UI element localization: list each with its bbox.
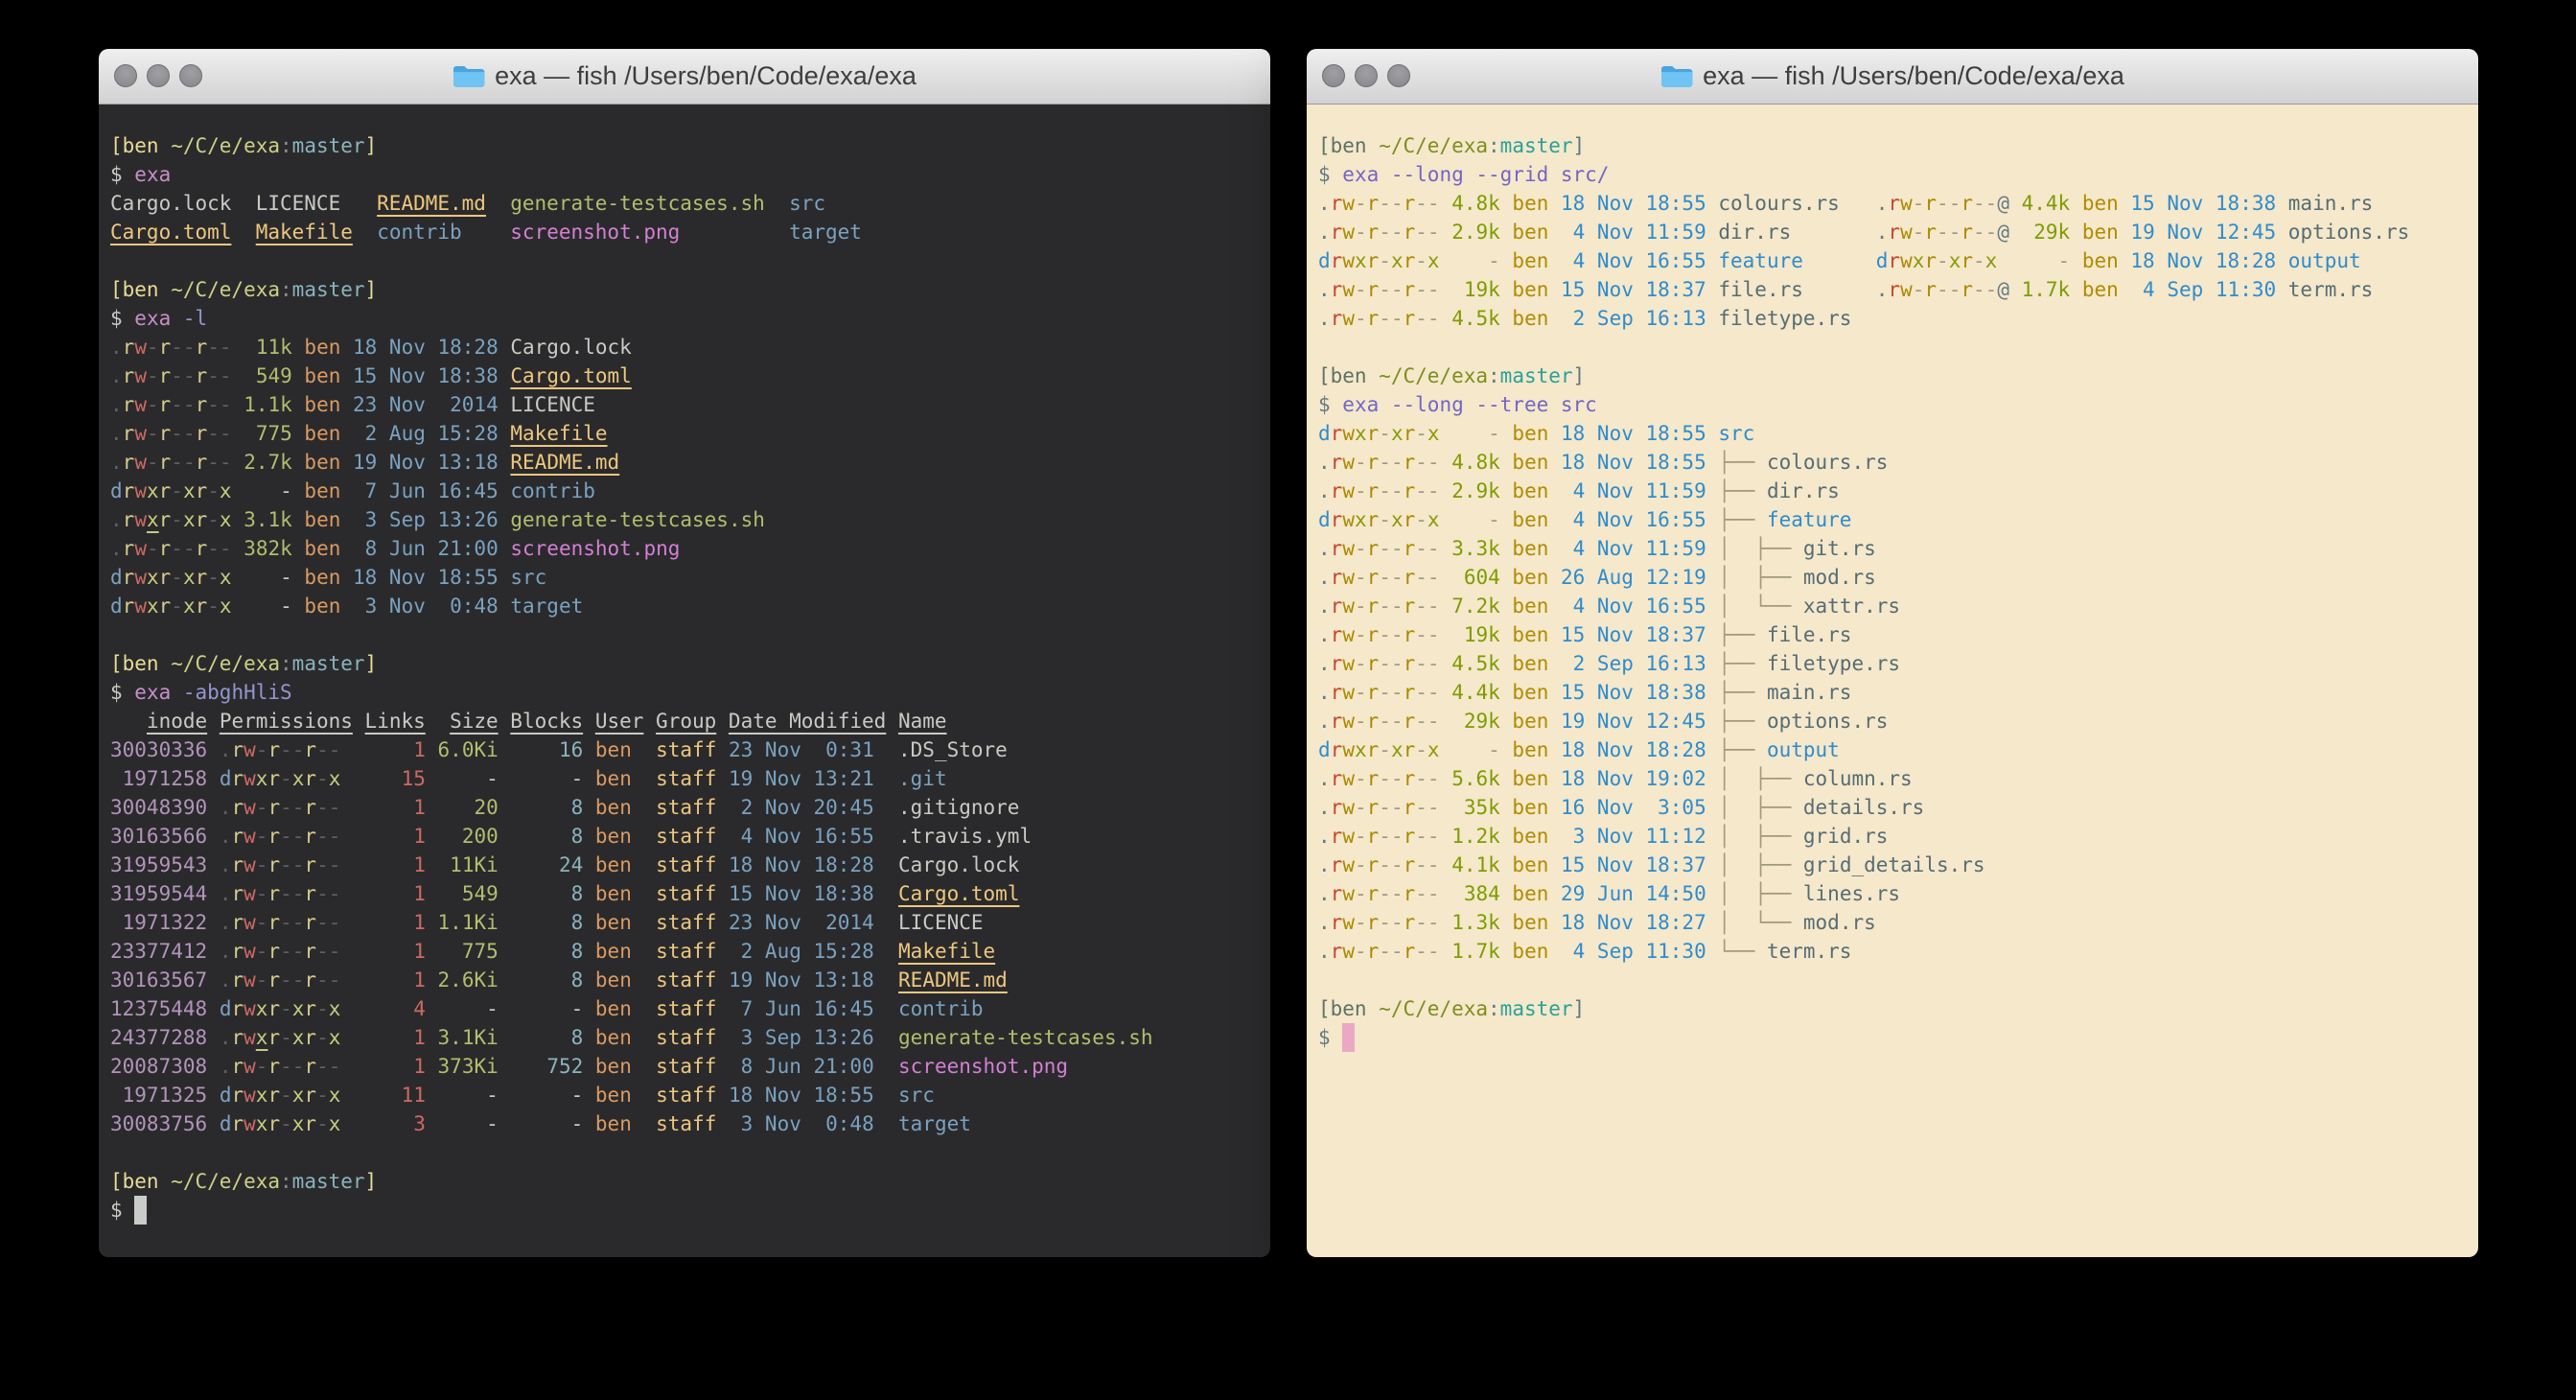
terminal-line: drwxr-xr-x - ben 7 Jun 16:45 contrib	[110, 477, 1263, 505]
terminal-line: 30083756 drwxr-xr-x 3 - - ben staff 3 No…	[110, 1109, 1263, 1138]
terminal-line	[1318, 333, 2471, 362]
terminal-cursor	[134, 1196, 147, 1225]
terminal-line: [ben ~/C/e/exa:master]	[110, 1167, 1263, 1196]
terminal-line: .rw-r--r-- 1.1k ben 23 Nov 2014 LICENCE	[110, 390, 1263, 419]
terminal-line: drwxr-xr-x - ben 18 Nov 18:55 src	[110, 563, 1263, 592]
terminal-line: .rw-r--r-- 4.4k ben 15 Nov 18:38 ├── mai…	[1318, 678, 2471, 707]
folder-icon	[453, 63, 485, 89]
terminal-line: 23377412 .rw-r--r-- 1 775 8 ben staff 2 …	[110, 937, 1263, 966]
terminal-line: $ exa	[110, 160, 1263, 189]
terminal-content-dark[interactable]: [ben ~/C/e/exa:master]$ exaCargo.lock LI…	[99, 105, 1270, 1257]
close-button[interactable]	[1322, 64, 1345, 87]
terminal-line	[1318, 966, 2471, 994]
window-title-group: exa — fish /Users/ben/Code/exa/exa	[453, 61, 917, 91]
terminal-content-light[interactable]: [ben ~/C/e/exa:master]$ exa --long --gri…	[1307, 105, 2478, 1257]
terminal-line: 30163567 .rw-r--r-- 1 2.6Ki 8 ben staff …	[110, 966, 1263, 994]
terminal-line: .rw-r--r-- 7.2k ben 4 Nov 16:55 │ └── xa…	[1318, 592, 2471, 620]
zoom-button[interactable]	[179, 64, 202, 87]
terminal-line: .rw-r--r-- 2.9k ben 4 Nov 11:59 ├── dir.…	[1318, 477, 2471, 505]
terminal-line: 30030336 .rw-r--r-- 1 6.0Ki 16 ben staff…	[110, 735, 1263, 764]
terminal-line: $ exa -l	[110, 304, 1263, 333]
terminal-line: .rw-r--r-- 1.7k ben 4 Sep 11:30 └── term…	[1318, 937, 2471, 966]
terminal-line: [ben ~/C/e/exa:master]	[1318, 994, 2471, 1023]
terminal-line: $ exa -abghHliS	[110, 678, 1263, 707]
terminal-line: 30048390 .rw-r--r-- 1 20 8 ben staff 2 N…	[110, 793, 1263, 822]
terminal-line: drwxr-xr-x - ben 4 Nov 16:55 ├── feature	[1318, 505, 2471, 534]
terminal-line: 31959543 .rw-r--r-- 1 11Ki 24 ben staff …	[110, 851, 1263, 879]
terminal-line: 30163566 .rw-r--r-- 1 200 8 ben staff 4 …	[110, 822, 1263, 851]
terminal-line: .rw-r--r-- 2.7k ben 19 Nov 13:18 README.…	[110, 448, 1263, 477]
terminal-line: .rw-r--r-- 384 ben 29 Jun 14:50 │ ├── li…	[1318, 879, 2471, 908]
terminal-line: $ exa --long --tree src	[1318, 390, 2471, 419]
terminal-line: $	[110, 1196, 1263, 1225]
titlebar[interactable]: exa — fish /Users/ben/Code/exa/exa	[1307, 49, 2478, 105]
terminal-window-light: exa — fish /Users/ben/Code/exa/exa [ben …	[1307, 49, 2478, 1257]
zoom-button[interactable]	[1387, 64, 1410, 87]
terminal-line: $	[1318, 1023, 2471, 1052]
terminal-line: 31959544 .rw-r--r-- 1 549 8 ben staff 15…	[110, 879, 1263, 908]
terminal-line: .rw-r--r-- 1.2k ben 3 Nov 11:12 │ ├── gr…	[1318, 822, 2471, 851]
terminal-line	[110, 620, 1263, 649]
window-title-group: exa — fish /Users/ben/Code/exa/exa	[1660, 61, 2124, 91]
terminal-line: .rw-r--r-- 4.1k ben 15 Nov 18:37 │ ├── g…	[1318, 851, 2471, 879]
terminal-line: 24377288 .rwxr-xr-x 1 3.1Ki 8 ben staff …	[110, 1023, 1263, 1052]
terminal-line: drwxr-xr-x - ben 18 Nov 18:55 src	[1318, 419, 2471, 448]
terminal-line: Cargo.lock LICENCE README.md generate-te…	[110, 189, 1263, 218]
traffic-lights	[1322, 64, 1410, 87]
close-button[interactable]	[114, 64, 137, 87]
terminal-line: 1971258 drwxr-xr-x 15 - - ben staff 19 N…	[110, 764, 1263, 793]
terminal-line: Cargo.toml Makefile contrib screenshot.p…	[110, 218, 1263, 246]
terminal-line: drwxr-xr-x - ben 3 Nov 0:48 target	[110, 592, 1263, 620]
terminal-line: .rw-r--r-- 29k ben 19 Nov 12:45 ├── opti…	[1318, 707, 2471, 735]
terminal-line	[110, 1138, 1263, 1167]
minimize-button[interactable]	[1355, 64, 1378, 87]
terminal-line: .rw-r--r-- 11k ben 18 Nov 18:28 Cargo.lo…	[110, 333, 1263, 362]
terminal-cursor	[1342, 1023, 1355, 1052]
terminal-line: [ben ~/C/e/exa:master]	[110, 649, 1263, 678]
terminal-line: .rw-r--r-- 19k ben 15 Nov 18:37 ├── file…	[1318, 620, 2471, 649]
minimize-button[interactable]	[147, 64, 170, 87]
terminal-line: .rw-r--r-- 4.8k ben 18 Nov 18:55 ├── col…	[1318, 448, 2471, 477]
terminal-line: .rw-r--r-- 2.9k ben 4 Nov 11:59 dir.rs .…	[1318, 218, 2471, 246]
titlebar[interactable]: exa — fish /Users/ben/Code/exa/exa	[99, 49, 1270, 105]
terminal-line: .rw-r--r-- 3.3k ben 4 Nov 11:59 │ ├── gi…	[1318, 534, 2471, 563]
terminal-line: .rw-r--r-- 4.5k ben 2 Sep 16:13 filetype…	[1318, 304, 2471, 333]
terminal-line: [ben ~/C/e/exa:master]	[1318, 131, 2471, 160]
desktop-background: { "windows": [ { "id": "terminal-dark", …	[0, 0, 2576, 1400]
terminal-line: 20087308 .rw-r--r-- 1 373Ki 752 ben staf…	[110, 1052, 1263, 1081]
terminal-line: .rw-r--r-- 775 ben 2 Aug 15:28 Makefile	[110, 419, 1263, 448]
terminal-line: drwxr-xr-x - ben 18 Nov 18:28 ├── output	[1318, 735, 2471, 764]
terminal-line: inode Permissions Links Size Blocks User…	[110, 707, 1263, 735]
terminal-line: drwxr-xr-x - ben 4 Nov 16:55 feature drw…	[1318, 246, 2471, 275]
terminal-line: [ben ~/C/e/exa:master]	[110, 131, 1263, 160]
folder-icon	[1660, 63, 1693, 89]
terminal-line: .rw-r--r-- 382k ben 8 Jun 21:00 screensh…	[110, 534, 1263, 563]
terminal-window-dark: exa — fish /Users/ben/Code/exa/exa [ben …	[99, 49, 1270, 1257]
terminal-line: .rw-r--r-- 35k ben 16 Nov 3:05 │ ├── det…	[1318, 793, 2471, 822]
terminal-line: 1971322 .rw-r--r-- 1 1.1Ki 8 ben staff 2…	[110, 908, 1263, 937]
terminal-line: .rw-r--r-- 19k ben 15 Nov 18:37 file.rs …	[1318, 275, 2471, 304]
terminal-line: .rw-r--r-- 604 ben 26 Aug 12:19 │ ├── mo…	[1318, 563, 2471, 592]
terminal-line: $ exa --long --grid src/	[1318, 160, 2471, 189]
terminal-line: [ben ~/C/e/exa:master]	[1318, 362, 2471, 390]
terminal-line	[110, 246, 1263, 275]
terminal-line: 1971325 drwxr-xr-x 11 - - ben staff 18 N…	[110, 1081, 1263, 1109]
terminal-line: .rw-r--r-- 1.3k ben 18 Nov 18:27 │ └── m…	[1318, 908, 2471, 937]
terminal-line: .rw-r--r-- 4.5k ben 2 Sep 16:13 ├── file…	[1318, 649, 2471, 678]
terminal-line: [ben ~/C/e/exa:master]	[110, 275, 1263, 304]
window-title: exa — fish /Users/ben/Code/exa/exa	[495, 61, 917, 91]
traffic-lights	[114, 64, 202, 87]
terminal-line: 12375448 drwxr-xr-x 4 - - ben staff 7 Ju…	[110, 994, 1263, 1023]
terminal-line: .rw-r--r-- 5.6k ben 18 Nov 19:02 │ ├── c…	[1318, 764, 2471, 793]
terminal-line: .rw-r--r-- 4.8k ben 18 Nov 18:55 colours…	[1318, 189, 2471, 218]
terminal-line: .rw-r--r-- 549 ben 15 Nov 18:38 Cargo.to…	[110, 362, 1263, 390]
terminal-line: .rwxr-xr-x 3.1k ben 3 Sep 13:26 generate…	[110, 505, 1263, 534]
window-title: exa — fish /Users/ben/Code/exa/exa	[1703, 61, 2124, 91]
